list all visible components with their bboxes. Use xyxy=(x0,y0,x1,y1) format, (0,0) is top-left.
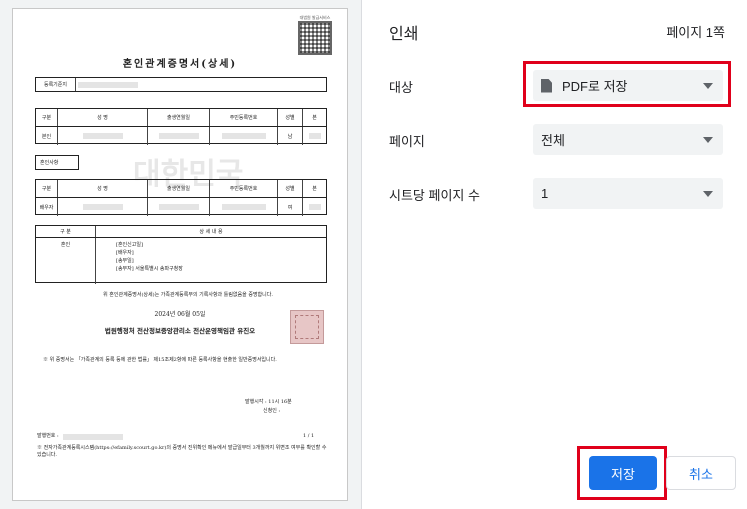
self-label: 본인 xyxy=(36,127,58,145)
applicant: 신청인 : xyxy=(263,408,281,414)
pages-label: 페이지 xyxy=(389,134,425,149)
self-sex: 남 xyxy=(278,127,303,145)
chevron-down-icon xyxy=(703,136,713,143)
print-dialog: 대법원 발급서비스 대한민국 혼인관계증명서(상세) 등록기준지 구분 성 명 … xyxy=(0,0,747,509)
detail-col-content: 상 세 내 용 xyxy=(199,229,223,235)
pages-value: 전체 xyxy=(541,133,565,148)
official-seal-icon xyxy=(290,310,324,344)
detail-table: 구 분 상 세 내 용 혼인 [혼인신고일] [배우자] [송부일] [송부자]… xyxy=(35,225,327,284)
registry-row: 등록기준지 xyxy=(35,77,327,92)
detail-col-category: 구 분 xyxy=(36,226,96,237)
cert-number: 발행번호 : xyxy=(37,433,123,440)
detail-item: [송부일] xyxy=(116,258,134,264)
spouse-table: 구분 성 명 출생연월일 주민등록번호 성별 본 배우자 여 xyxy=(35,179,327,216)
print-preview-pane[interactable]: 대법원 발급서비스 대한민국 혼인관계증명서(상세) 등록기준지 구분 성 명 … xyxy=(0,0,362,509)
detail-label: 혼인 xyxy=(36,238,96,284)
destination-highlight xyxy=(523,61,731,107)
col-category: 구분 xyxy=(36,180,58,197)
qr-code-icon xyxy=(298,21,332,55)
document-title: 혼인관계증명서(상세) xyxy=(122,59,238,70)
certification-text: 위 혼인관계증명서(상세)는 가족관계등록부의 기록사항과 틀림없음을 증명합니… xyxy=(103,292,273,298)
col-origin: 본 xyxy=(312,115,317,121)
footer-text: ※ 전자가족관계등록시스템(https://efamily.scourt.go.… xyxy=(37,445,327,458)
notice-text: ※ 위 증명서는 「가족관계의 등록 등에 관한 법률」 제15조제2항에 따른… xyxy=(43,357,277,363)
save-button[interactable]: 저장 xyxy=(589,456,657,490)
col-rrn: 주민등록번호 xyxy=(210,109,278,126)
col-sex: 성별 xyxy=(278,180,303,197)
col-name: 성 명 xyxy=(58,180,148,197)
detail-item: [송부자] 서울특별시 송파구청장 xyxy=(116,266,183,272)
col-sex: 성별 xyxy=(278,109,303,126)
preview-page: 대법원 발급서비스 대한민국 혼인관계증명서(상세) 등록기준지 구분 성 명 … xyxy=(12,8,348,501)
destination-label: 대상 xyxy=(389,80,413,95)
marriage-section-label: 혼인사항 xyxy=(35,155,79,170)
issue-time: 발행시각 : 11시 16분 xyxy=(245,399,292,405)
col-origin: 본 xyxy=(312,186,317,192)
pages-per-sheet-select[interactable]: 1 xyxy=(533,178,723,209)
col-name: 성 명 xyxy=(58,109,148,126)
page-count: 페이지 1쪽 xyxy=(666,25,725,40)
self-table: 구분 성 명 출생연월일 주민등록번호 성별 본 본인 남 xyxy=(35,108,327,145)
detail-item: [혼인신고일] xyxy=(116,242,143,248)
print-settings-pane: 인쇄 페이지 1쪽 대상 PDF로 저장 페이지 전체 시트당 페이지 수 1 … xyxy=(363,0,747,509)
col-category: 구분 xyxy=(36,109,58,126)
detail-item: [배우자] xyxy=(116,250,134,256)
col-birth: 출생연월일 xyxy=(148,109,210,126)
dialog-title: 인쇄 xyxy=(389,26,419,43)
spouse-sex: 여 xyxy=(278,198,303,216)
chevron-down-icon xyxy=(703,190,713,197)
page-number: 1 / 1 xyxy=(303,433,315,439)
pages-per-sheet-label: 시트당 페이지 수 xyxy=(389,188,480,203)
registry-label: 등록기준지 xyxy=(36,78,76,91)
col-birth: 출생연월일 xyxy=(148,180,210,197)
pages-per-sheet-value: 1 xyxy=(541,186,549,201)
col-rrn: 주민등록번호 xyxy=(210,180,278,197)
cancel-button[interactable]: 취소 xyxy=(666,456,736,490)
cert-number-label: 발행번호 : xyxy=(37,433,59,439)
pages-select[interactable]: 전체 xyxy=(533,124,723,155)
spouse-label: 배우자 xyxy=(36,198,58,216)
